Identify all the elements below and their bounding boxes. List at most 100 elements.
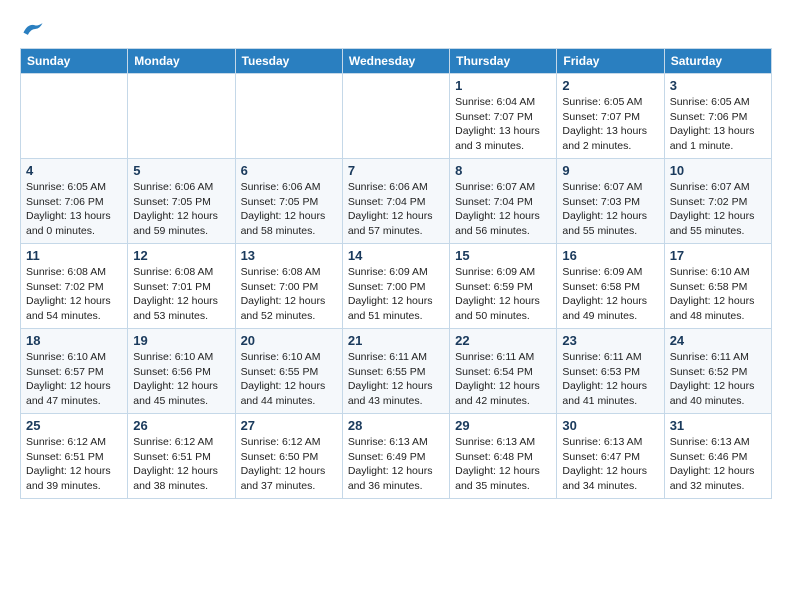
day-cell: 25 Sunrise: 6:12 AM Sunset: 6:51 PM Dayli… [21,414,128,499]
calendar: SundayMondayTuesdayWednesdayThursdayFrid… [20,48,772,499]
day-cell: 21Sunrise: 6:11 AM Sunset: 6:55 PM Dayli… [342,329,449,414]
day-info: Sunrise: 6:12 AM Sunset: 6:50 PM Dayligh… [241,435,337,494]
day-info: Sunrise: 6:10 AM Sunset: 6:58 PM Dayligh… [670,265,766,324]
weekday-header-sunday: Sunday [21,49,128,74]
day-cell: 18 Sunrise: 6:10 AM Sunset: 6:57 PM Dayli… [21,329,128,414]
day-info: Sunrise: 6:10 AM Sunset: 6:57 PM Dayligh… [26,350,122,409]
week-row-4: 18 Sunrise: 6:10 AM Sunset: 6:57 PM Dayli… [21,329,772,414]
day-info: Sunrise: 6:06 AM Sunset: 7:05 PM Dayligh… [241,180,337,239]
header [20,20,772,38]
day-number: 11 [26,248,122,263]
day-cell: 15Sunrise: 6:09 AM Sunset: 6:59 PM Dayli… [450,244,557,329]
page: SundayMondayTuesdayWednesdayThursdayFrid… [0,0,792,509]
day-number: 22 [455,333,551,348]
day-number: 14 [348,248,444,263]
weekday-header-monday: Monday [128,49,235,74]
day-number: 8 [455,163,551,178]
day-info: Sunrise: 6:08 AM Sunset: 7:00 PM Dayligh… [241,265,337,324]
day-info: Sunrise: 6:05 AM Sunset: 7:06 PM Dayligh… [26,180,122,239]
day-cell: 8 Sunrise: 6:07 AM Sunset: 7:04 PM Daylig… [450,159,557,244]
day-cell: 29 Sunrise: 6:13 AM Sunset: 6:48 PM Dayli… [450,414,557,499]
day-info: Sunrise: 6:10 AM Sunset: 6:56 PM Dayligh… [133,350,229,409]
day-number: 12 [133,248,229,263]
day-number: 31 [670,418,766,433]
day-info: Sunrise: 6:05 AM Sunset: 7:07 PM Dayligh… [562,95,658,154]
day-info: Sunrise: 6:11 AM Sunset: 6:55 PM Dayligh… [348,350,444,409]
day-number: 24 [670,333,766,348]
day-info: Sunrise: 6:07 AM Sunset: 7:03 PM Dayligh… [562,180,658,239]
day-number: 2 [562,78,658,93]
day-info: Sunrise: 6:04 AM Sunset: 7:07 PM Dayligh… [455,95,551,154]
day-cell: 22 Sunrise: 6:11 AM Sunset: 6:54 PM Dayli… [450,329,557,414]
day-number: 13 [241,248,337,263]
day-number: 3 [670,78,766,93]
day-number: 23 [562,333,658,348]
weekday-header-row: SundayMondayTuesdayWednesdayThursdayFrid… [21,49,772,74]
day-cell: 2 Sunrise: 6:05 AM Sunset: 7:07 PM Daylig… [557,74,664,159]
day-cell: 26Sunrise: 6:12 AM Sunset: 6:51 PM Dayli… [128,414,235,499]
day-info: Sunrise: 6:07 AM Sunset: 7:02 PM Dayligh… [670,180,766,239]
day-info: Sunrise: 6:13 AM Sunset: 6:46 PM Dayligh… [670,435,766,494]
day-cell: 5Sunrise: 6:06 AM Sunset: 7:05 PM Daylig… [128,159,235,244]
day-cell: 11 Sunrise: 6:08 AM Sunset: 7:02 PM Dayli… [21,244,128,329]
day-cell: 6 Sunrise: 6:06 AM Sunset: 7:05 PM Daylig… [235,159,342,244]
day-info: Sunrise: 6:06 AM Sunset: 7:04 PM Dayligh… [348,180,444,239]
day-info: Sunrise: 6:11 AM Sunset: 6:52 PM Dayligh… [670,350,766,409]
weekday-header-friday: Friday [557,49,664,74]
day-info: Sunrise: 6:07 AM Sunset: 7:04 PM Dayligh… [455,180,551,239]
day-cell: 23 Sunrise: 6:11 AM Sunset: 6:53 PM Dayli… [557,329,664,414]
day-info: Sunrise: 6:13 AM Sunset: 6:49 PM Dayligh… [348,435,444,494]
week-row-2: 4Sunrise: 6:05 AM Sunset: 7:06 PM Daylig… [21,159,772,244]
logo [20,20,44,38]
day-number: 17 [670,248,766,263]
logo-bird-icon [22,20,44,38]
day-cell [235,74,342,159]
day-info: Sunrise: 6:09 AM Sunset: 6:59 PM Dayligh… [455,265,551,324]
day-cell: 7 Sunrise: 6:06 AM Sunset: 7:04 PM Daylig… [342,159,449,244]
day-cell: 20 Sunrise: 6:10 AM Sunset: 6:55 PM Dayli… [235,329,342,414]
day-cell [21,74,128,159]
week-row-1: 1 Sunrise: 6:04 AM Sunset: 7:07 PM Daylig… [21,74,772,159]
day-cell: 12 Sunrise: 6:08 AM Sunset: 7:01 PM Dayli… [128,244,235,329]
day-number: 6 [241,163,337,178]
day-cell [342,74,449,159]
day-number: 25 [26,418,122,433]
day-cell: 30Sunrise: 6:13 AM Sunset: 6:47 PM Dayli… [557,414,664,499]
day-cell: 28Sunrise: 6:13 AM Sunset: 6:49 PM Dayli… [342,414,449,499]
day-cell [128,74,235,159]
day-cell: 3 Sunrise: 6:05 AM Sunset: 7:06 PM Daylig… [664,74,771,159]
day-info: Sunrise: 6:13 AM Sunset: 6:48 PM Dayligh… [455,435,551,494]
week-row-5: 25 Sunrise: 6:12 AM Sunset: 6:51 PM Dayli… [21,414,772,499]
day-info: Sunrise: 6:12 AM Sunset: 6:51 PM Dayligh… [26,435,122,494]
day-number: 30 [562,418,658,433]
day-cell: 17 Sunrise: 6:10 AM Sunset: 6:58 PM Dayli… [664,244,771,329]
day-cell: 13 Sunrise: 6:08 AM Sunset: 7:00 PM Dayli… [235,244,342,329]
day-number: 16 [562,248,658,263]
day-cell: 9 Sunrise: 6:07 AM Sunset: 7:03 PM Daylig… [557,159,664,244]
day-cell: 19 Sunrise: 6:10 AM Sunset: 6:56 PM Dayli… [128,329,235,414]
day-cell: 27 Sunrise: 6:12 AM Sunset: 6:50 PM Dayli… [235,414,342,499]
day-info: Sunrise: 6:11 AM Sunset: 6:54 PM Dayligh… [455,350,551,409]
weekday-header-wednesday: Wednesday [342,49,449,74]
day-info: Sunrise: 6:08 AM Sunset: 7:01 PM Dayligh… [133,265,229,324]
day-number: 7 [348,163,444,178]
day-number: 9 [562,163,658,178]
day-number: 18 [26,333,122,348]
day-info: Sunrise: 6:10 AM Sunset: 6:55 PM Dayligh… [241,350,337,409]
day-number: 26 [133,418,229,433]
weekday-header-thursday: Thursday [450,49,557,74]
day-cell: 24 Sunrise: 6:11 AM Sunset: 6:52 PM Dayli… [664,329,771,414]
day-cell: 14Sunrise: 6:09 AM Sunset: 7:00 PM Dayli… [342,244,449,329]
day-cell: 4Sunrise: 6:05 AM Sunset: 7:06 PM Daylig… [21,159,128,244]
day-number: 19 [133,333,229,348]
day-cell: 31 Sunrise: 6:13 AM Sunset: 6:46 PM Dayli… [664,414,771,499]
day-info: Sunrise: 6:08 AM Sunset: 7:02 PM Dayligh… [26,265,122,324]
day-info: Sunrise: 6:11 AM Sunset: 6:53 PM Dayligh… [562,350,658,409]
day-info: Sunrise: 6:05 AM Sunset: 7:06 PM Dayligh… [670,95,766,154]
day-number: 1 [455,78,551,93]
week-row-3: 11 Sunrise: 6:08 AM Sunset: 7:02 PM Dayli… [21,244,772,329]
day-cell: 10Sunrise: 6:07 AM Sunset: 7:02 PM Dayli… [664,159,771,244]
day-number: 27 [241,418,337,433]
day-number: 29 [455,418,551,433]
day-number: 20 [241,333,337,348]
